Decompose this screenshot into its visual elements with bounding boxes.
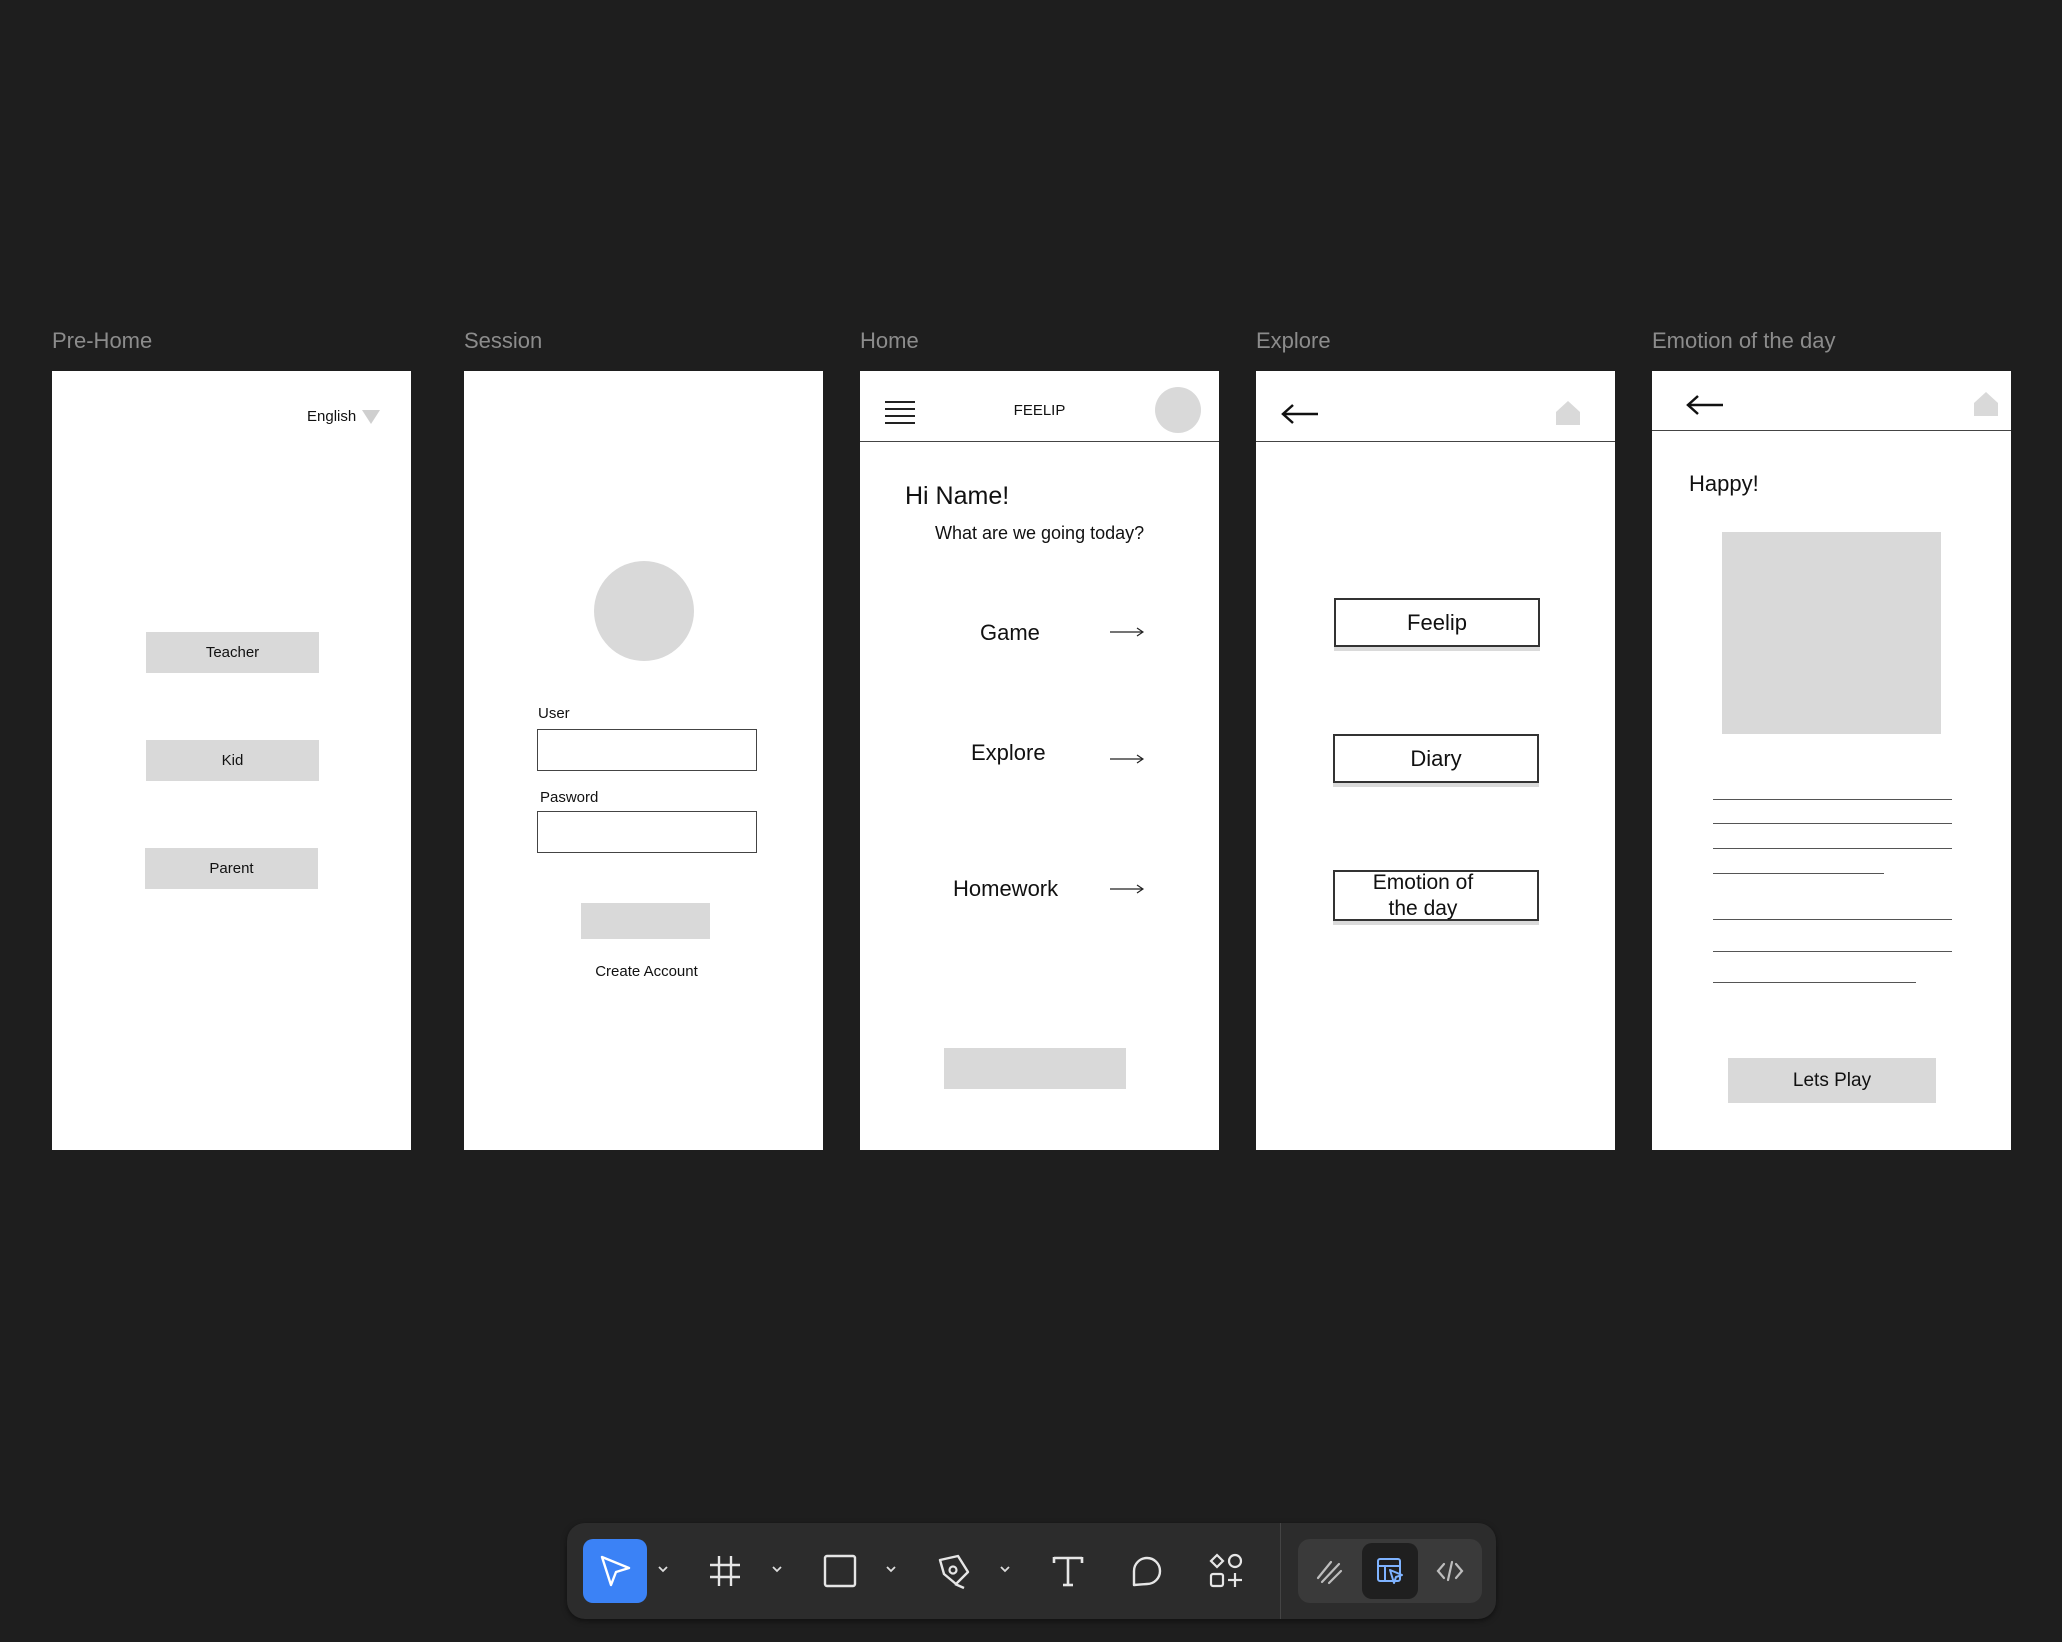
- login-button[interactable]: [581, 903, 710, 939]
- explore-nav-label[interactable]: Explore: [971, 740, 1046, 766]
- homework-nav-label[interactable]: Homework: [953, 876, 1058, 902]
- mode-switcher: [1298, 1539, 1482, 1603]
- draw-mode-button[interactable]: [1302, 1543, 1358, 1599]
- emotion-of-the-day-button[interactable]: Emotion of the day: [1333, 870, 1539, 921]
- frame-hash-icon: [710, 1556, 740, 1586]
- emotion-image-placeholder: [1722, 532, 1941, 734]
- code-brackets-icon: [1436, 1560, 1464, 1582]
- draw-scribble-icon: [1316, 1560, 1343, 1585]
- chevron-down-icon[interactable]: [999, 1563, 1011, 1575]
- frame-title-pre-home[interactable]: Pre-Home: [52, 328, 152, 354]
- frame-pre-home[interactable]: English Teacher Kid Parent: [52, 371, 411, 1150]
- frame-title-session[interactable]: Session: [464, 328, 542, 354]
- comment-tool-button[interactable]: [1119, 1539, 1175, 1603]
- header-divider: [860, 441, 1219, 442]
- text-line: [1713, 823, 1952, 824]
- frame-tool-button[interactable]: [697, 1539, 753, 1603]
- back-arrow-icon[interactable]: [1685, 394, 1725, 416]
- text-line: [1713, 982, 1916, 983]
- frame-title-explore[interactable]: Explore: [1256, 328, 1331, 354]
- teacher-button[interactable]: Teacher: [146, 632, 319, 673]
- actions-tool-button[interactable]: [1199, 1539, 1255, 1603]
- profile-avatar[interactable]: [1155, 387, 1201, 433]
- rectangle-tool-button[interactable]: [812, 1539, 868, 1603]
- move-tool-button[interactable]: [583, 1539, 647, 1603]
- chevron-down-icon[interactable]: [885, 1563, 897, 1575]
- cursor-arrow-icon: [600, 1555, 631, 1587]
- avatar-placeholder: [594, 561, 694, 661]
- diary-button[interactable]: Diary: [1333, 734, 1539, 783]
- rectangle-icon: [823, 1554, 857, 1588]
- frame-explore[interactable]: Feelip Diary Emotion of the day: [1256, 371, 1615, 1150]
- comment-bubble-icon: [1132, 1556, 1162, 1587]
- shapes-grid-icon: [1209, 1553, 1243, 1588]
- back-arrow-icon[interactable]: [1280, 403, 1320, 425]
- bottom-action-button[interactable]: [944, 1048, 1126, 1089]
- dropdown-triangle-icon: [362, 409, 381, 424]
- chevron-down-icon[interactable]: [771, 1563, 783, 1575]
- text-tool-button[interactable]: [1040, 1539, 1096, 1603]
- frame-title-home[interactable]: Home: [860, 328, 919, 354]
- home-icon[interactable]: [1973, 391, 1999, 417]
- chevron-down-icon[interactable]: [657, 1563, 669, 1575]
- pen-tool-button[interactable]: [925, 1539, 981, 1603]
- game-nav-label[interactable]: Game: [980, 620, 1040, 646]
- frame-emotion-of-the-day[interactable]: Happy! Lets Play: [1652, 371, 2011, 1150]
- arrow-right-icon[interactable]: [1110, 627, 1144, 637]
- kid-button[interactable]: Kid: [146, 740, 319, 781]
- arrow-right-icon[interactable]: [1110, 754, 1144, 764]
- parent-button[interactable]: Parent: [145, 848, 318, 889]
- design-mode-button[interactable]: [1362, 1543, 1418, 1599]
- password-input[interactable]: [537, 811, 757, 853]
- text-line: [1713, 951, 1952, 952]
- emotion-title: Happy!: [1689, 471, 1759, 496]
- header-divider: [1652, 430, 2011, 431]
- design-toolbar: [567, 1523, 1496, 1619]
- greeting-text: Hi Name!: [905, 482, 1010, 510]
- design-mode-icon: [1377, 1558, 1403, 1584]
- user-input[interactable]: [537, 729, 757, 771]
- dev-mode-button[interactable]: [1422, 1543, 1478, 1599]
- language-select[interactable]: English: [307, 408, 381, 425]
- password-label: Pasword: [540, 789, 599, 806]
- toolbar-divider: [1280, 1523, 1281, 1619]
- home-icon[interactable]: [1555, 400, 1581, 426]
- text-line: [1713, 919, 1952, 920]
- user-label: User: [538, 705, 570, 722]
- text-line: [1713, 848, 1952, 849]
- subtitle-text: What are we going today?: [935, 523, 1145, 543]
- text-line: [1713, 873, 1884, 874]
- header-divider: [1256, 441, 1615, 442]
- frame-title-emotion[interactable]: Emotion of the day: [1652, 328, 1835, 354]
- text-t-icon: [1052, 1556, 1084, 1587]
- feelip-button[interactable]: Feelip: [1334, 598, 1540, 647]
- create-account-link[interactable]: Create Account: [464, 963, 823, 980]
- lets-play-button[interactable]: Lets Play: [1728, 1058, 1936, 1103]
- frame-home[interactable]: FEELIP Hi Name! What are we going today?…: [860, 371, 1219, 1150]
- language-label: English: [307, 408, 357, 425]
- arrow-right-icon[interactable]: [1110, 884, 1144, 894]
- text-line: [1713, 799, 1952, 800]
- pen-nib-icon: [938, 1554, 970, 1590]
- frame-session[interactable]: User Pasword Create Account: [464, 371, 823, 1150]
